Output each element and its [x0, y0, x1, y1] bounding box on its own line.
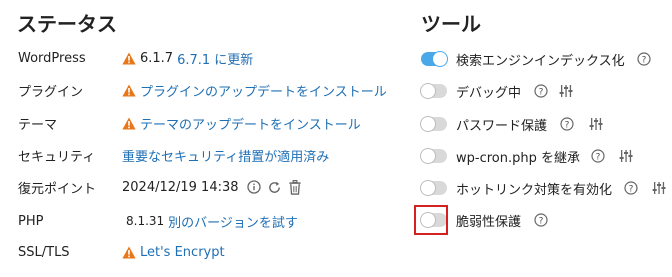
php-label: PHP [18, 213, 44, 229]
svg-text:?: ? [539, 216, 544, 226]
wordpress-current-version: 6.1.7 [140, 50, 174, 66]
security-measures-link[interactable]: 重要なセキュリティ措置が適用済み [122, 146, 329, 165]
svg-text:?: ? [596, 152, 601, 162]
plugins-label: プラグイン [18, 84, 84, 100]
warning-triangle-icon [122, 117, 136, 129]
tool-wp-cron: wp-cron.php を継承 ? [421, 145, 633, 167]
php-version: 8.1.31 [126, 214, 165, 228]
help-icon[interactable]: ? [560, 117, 574, 131]
wp-cron-toggle[interactable] [421, 149, 447, 163]
warning-triangle-icon [122, 52, 136, 64]
tool-search-engine-indexing: 検索エンジンインデックス化 ? [421, 48, 651, 70]
theme-label: テーマ [18, 117, 58, 133]
svg-text:?: ? [629, 184, 634, 194]
refresh-icon[interactable] [267, 180, 282, 195]
debugging-toggle[interactable] [421, 84, 447, 98]
status-row-security: セキュリティ 重要なセキュリティ措置が適用済み [0, 143, 410, 167]
tools-section-title: ツール [421, 12, 481, 36]
help-icon[interactable]: ? [637, 52, 651, 66]
tool-password-protection: パスワード保護 ? [421, 113, 603, 135]
tool-hotlink-protection: ホットリンク対策を有効化 ? [421, 177, 666, 199]
status-row-php: PHP 8.1.31 別のバージョンを試す [0, 209, 410, 233]
php-value: 8.1.31 別のバージョンを試す [126, 212, 298, 231]
sliders-icon[interactable] [652, 181, 666, 195]
warning-triangle-icon [122, 246, 136, 258]
search-indexing-toggle[interactable] [421, 52, 447, 66]
tool-label: 検索エンジンインデックス化 [456, 53, 625, 69]
theme-update-link[interactable]: テーマのアップデートをインストール [140, 114, 361, 133]
status-row-theme: テーマ テーマのアップデートをインストール [0, 111, 410, 135]
php-change-version-link[interactable]: 別のバージョンを試す [168, 212, 298, 231]
status-section-title: ステータス [17, 12, 117, 36]
trash-icon[interactable] [288, 179, 302, 195]
security-value: 重要なセキュリティ措置が適用済み [122, 146, 329, 165]
restore-point-label: 復元ポイント [18, 181, 97, 197]
info-icon[interactable] [246, 180, 261, 194]
wordpress-value: 6.1.7 6.7.1 に更新 [122, 49, 253, 68]
help-icon[interactable]: ? [534, 213, 548, 227]
theme-value: テーマのアップデートをインストール [122, 114, 361, 133]
tool-debugging: デバッグ中 ? [421, 80, 573, 102]
sliders-icon[interactable] [589, 117, 603, 131]
wordpress-label: WordPress [18, 50, 86, 66]
warning-triangle-icon [122, 84, 136, 96]
help-icon[interactable]: ? [591, 149, 605, 163]
ssl-label: SSL/TLS [18, 244, 70, 260]
password-protection-toggle[interactable] [421, 117, 447, 131]
plugins-value: プラグインのアップデートをインストール [122, 81, 387, 100]
tool-label: デバッグ中 [456, 85, 522, 101]
ssl-value: Let's Encrypt [122, 245, 225, 260]
svg-text:?: ? [641, 55, 646, 65]
status-row-plugins: プラグイン プラグインのアップデートをインストール [0, 78, 410, 102]
svg-text:?: ? [539, 87, 544, 97]
status-row-restore-point: 復元ポイント 2024/12/19 14:38 [0, 175, 410, 199]
tool-label: 脆弱性保護 [456, 214, 522, 230]
hotlink-protection-toggle[interactable] [421, 181, 447, 195]
svg-text:?: ? [565, 120, 570, 130]
restore-point-timestamp: 2024/12/19 14:38 [122, 179, 239, 195]
tool-label: ホットリンク対策を有効化 [456, 182, 613, 198]
sliders-icon[interactable] [559, 84, 573, 98]
wordpress-update-link[interactable]: 6.7.1 に更新 [177, 49, 253, 68]
highlight-box [414, 205, 448, 235]
help-icon[interactable]: ? [534, 84, 548, 98]
plugins-update-link[interactable]: プラグインのアップデートをインストール [140, 81, 387, 100]
status-row-wordpress: WordPress 6.1.7 6.7.1 に更新 [0, 46, 410, 70]
ssl-certificate-link[interactable]: Let's Encrypt [140, 245, 225, 260]
tool-label: パスワード保護 [456, 118, 548, 134]
tool-label: wp-cron.php を継承 [456, 150, 580, 166]
sliders-icon[interactable] [619, 149, 633, 163]
restore-point-value: 2024/12/19 14:38 [122, 180, 302, 195]
status-row-ssl: SSL/TLS Let's Encrypt [0, 240, 410, 264]
help-icon[interactable]: ? [624, 181, 638, 195]
security-label: セキュリティ [18, 149, 96, 165]
